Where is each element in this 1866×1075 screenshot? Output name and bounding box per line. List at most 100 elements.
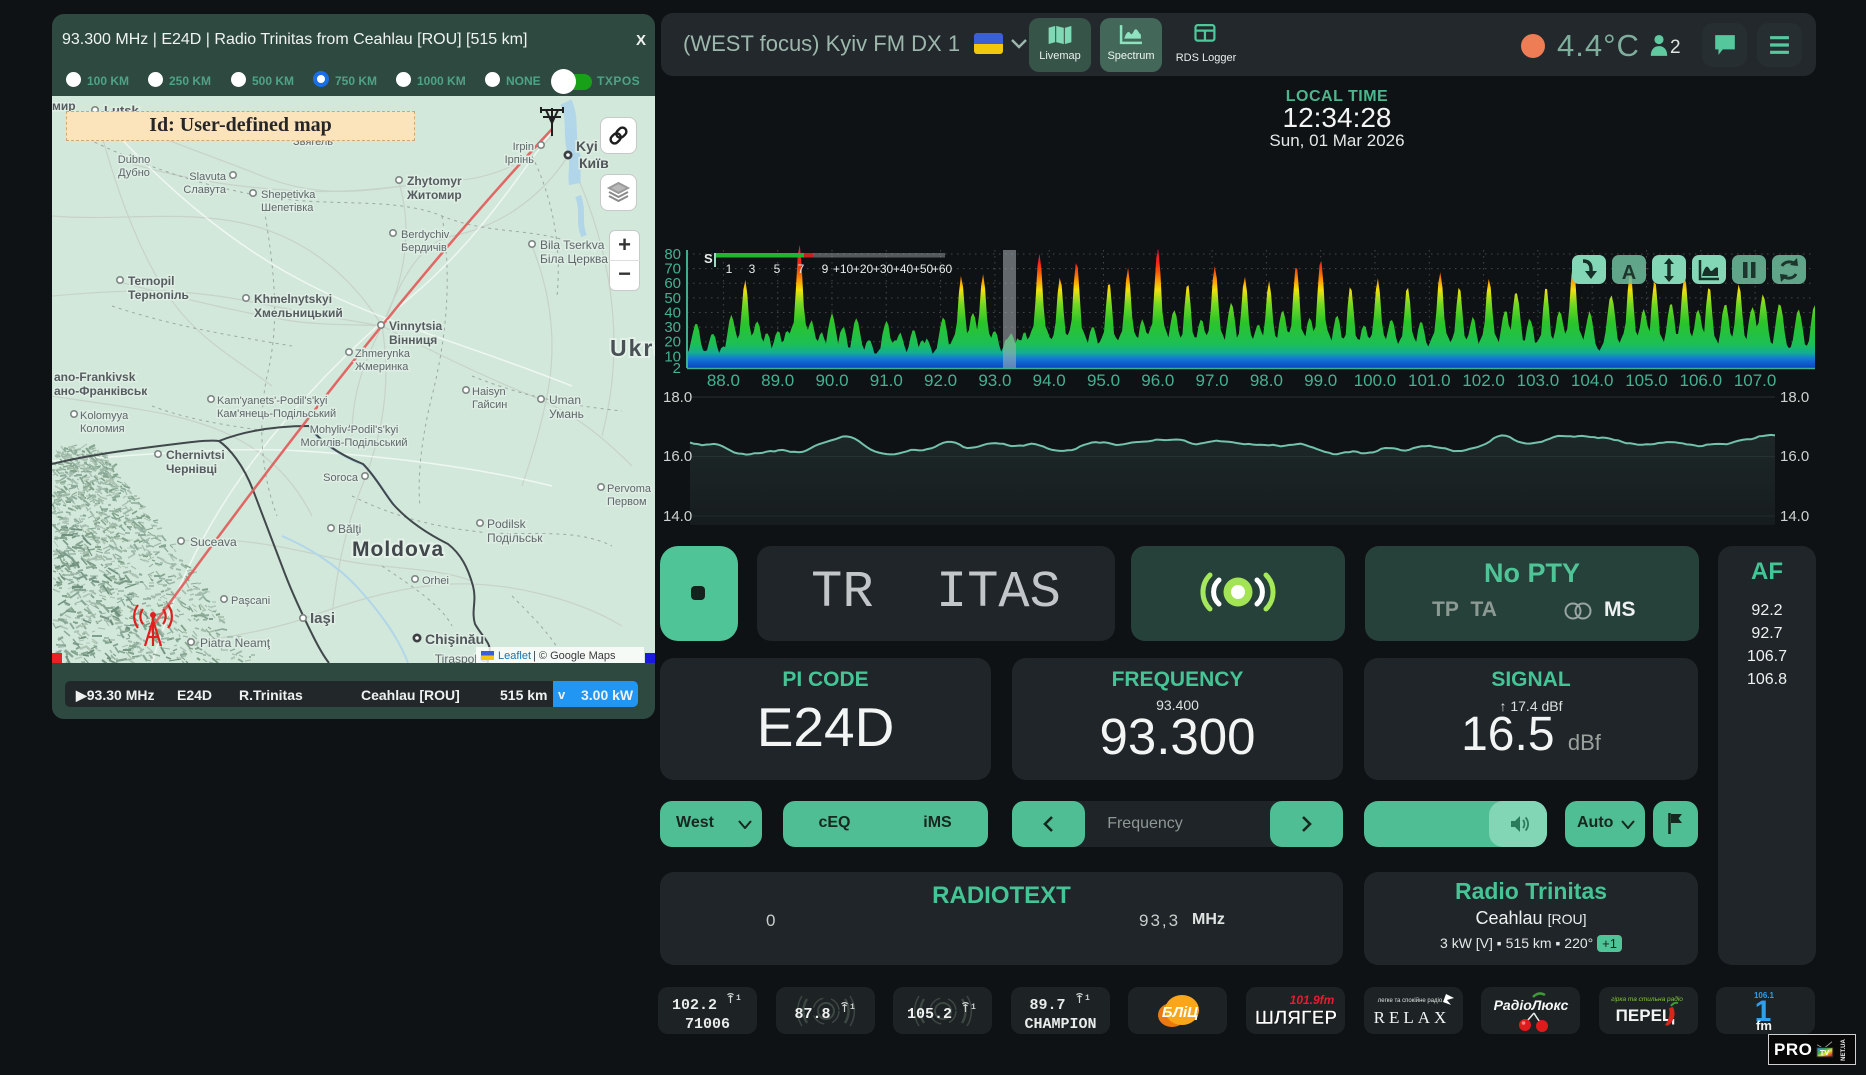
svg-text:103.0: 103.0 [1517,371,1560,390]
svg-text:Khmelnytskyi: Khmelnytskyi [254,292,332,306]
svg-text:+10: +10 [833,262,854,276]
svg-text:Шепетівка: Шепетівка [261,202,314,214]
svg-text:14.0: 14.0 [663,508,692,525]
svg-text:+20: +20 [853,262,874,276]
svg-text:+30: +30 [873,262,894,276]
svg-text:95.0: 95.0 [1087,371,1120,390]
svg-text:Ternopil: Ternopil [128,274,174,288]
svg-text:гірка та стильна радіо: гірка та стильна радіо [1611,995,1683,1003]
svg-text:Хмельницький: Хмельницький [254,306,343,320]
svg-text:TV: TV [1820,1048,1830,1057]
svg-text:RELAX: RELAX [1374,1008,1451,1027]
svg-text:Chernivtsi: Chernivtsi [166,448,225,462]
svg-text:Soroca: Soroca [323,472,359,484]
svg-text:Shepetivka: Shepetivka [261,189,316,201]
svg-text:Pervoma: Pervoma [607,483,652,495]
svg-text:101.9fm: 101.9fm [1290,993,1335,1007]
svg-text:Tiraspol: Tiraspol [435,652,477,663]
svg-text:9: 9 [822,262,829,276]
svg-text:94.0: 94.0 [1033,371,1066,390]
svg-text:ано-Франківськ: ано-Франківськ [54,384,148,398]
svg-text:16.0: 16.0 [1780,448,1809,465]
svg-text:18.0: 18.0 [1780,389,1809,406]
svg-text:РадіоЛюкс: РадіоЛюкс [1494,997,1569,1013]
svg-text:Ірпінь: Ірпінь [505,154,535,166]
svg-text:106.0: 106.0 [1680,371,1723,390]
svg-text:93.0: 93.0 [978,371,1011,390]
svg-text:101.0: 101.0 [1408,371,1451,390]
svg-text:1: 1 [1085,994,1090,1003]
svg-text:Kolomyya: Kolomyya [80,410,129,422]
svg-text:БЛіЦ: БЛіЦ [1162,1004,1198,1021]
svg-text:96.0: 96.0 [1141,371,1174,390]
svg-text:+50: +50 [913,262,934,276]
svg-text:7: 7 [798,262,805,276]
svg-text:1: 1 [850,1003,855,1012]
svg-text:+40: +40 [893,262,914,276]
svg-text:99.0: 99.0 [1304,371,1337,390]
svg-text:Bila Tserkva: Bila Tserkva [540,238,605,252]
svg-text:Чернівці: Чернівці [166,462,217,476]
svg-text:Bălţi: Bălţi [338,522,361,536]
svg-text:3: 3 [749,262,756,276]
svg-text:2: 2 [673,360,681,377]
svg-text:Первом: Первом [607,496,647,508]
svg-text:ШЛЯГЕР: ШЛЯГЕР [1255,1008,1338,1029]
svg-text:Kyi: Kyi [576,138,598,154]
svg-text:Коломия: Коломия [80,423,125,435]
svg-text:Mohyliv-Podil's'kyi: Mohyliv-Podil's'kyi [310,424,399,436]
svg-text:88.0: 88.0 [707,371,740,390]
svg-text:Дубно: Дубно [118,167,150,179]
svg-text:| © Google Maps: | © Google Maps [533,650,616,662]
svg-text:Irpin: Irpin [513,141,534,153]
svg-text:91.0: 91.0 [870,371,903,390]
svg-text:Leaflet: Leaflet [498,650,531,662]
svg-text:Vinnytsia: Vinnytsia [389,319,442,333]
svg-text:18.0: 18.0 [663,389,692,406]
svg-text:Kam'yanets'-Podil's'kyi: Kam'yanets'-Podil's'kyi [217,395,328,407]
svg-text:Suceava: Suceava [190,535,237,549]
svg-text:Slavuta: Slavuta [189,171,227,183]
svg-text:Podilsk: Podilsk [487,517,527,531]
svg-text:Orhei: Orhei [422,575,449,587]
svg-text:ПЕРЕЦ: ПЕРЕЦ [1616,1006,1675,1025]
svg-text:Haisyn: Haisyn [472,386,506,398]
svg-text:+60: +60 [932,262,953,276]
svg-text:Могилів-Подільський: Могилів-Подільський [300,437,407,449]
svg-text:A: A [1622,262,1636,284]
svg-text:Біла Церква: Біла Церква [540,252,608,266]
svg-text:легке та спокійне радіо: легке та спокійне радіо [1378,997,1443,1004]
svg-text:Ukra: Ukra [610,335,655,361]
svg-text:Кам'янець-Подільський: Кам'янець-Подільський [217,408,336,420]
svg-text:90.0: 90.0 [815,371,848,390]
svg-text:Гайсин: Гайсин [472,399,507,411]
svg-text:5: 5 [774,262,781,276]
svg-text:Zhytomyr: Zhytomyr [407,174,462,188]
svg-text:1: 1 [736,994,741,1003]
svg-text:1: 1 [971,1003,976,1012]
svg-text:102.0: 102.0 [1462,371,1505,390]
svg-text:97.0: 97.0 [1196,371,1229,390]
svg-text:1: 1 [726,262,733,276]
svg-text:Paşcani: Paşcani [231,595,270,607]
svg-text:fm: fm [1756,1018,1772,1033]
svg-text:Жмеринка: Жмеринка [355,361,409,373]
svg-text:Zhmerynka: Zhmerynka [355,348,411,360]
svg-text:Iaşi: Iaşi [310,610,335,627]
svg-text:Piatra Neamţ: Piatra Neamţ [200,636,271,650]
svg-text:Славута: Славута [183,184,226,196]
svg-text:89.0: 89.0 [761,371,794,390]
svg-text:Moldova: Moldova [352,538,444,561]
svg-text:100.0: 100.0 [1354,371,1397,390]
svg-text:Подільськ: Подільськ [487,531,543,545]
svg-text:Київ: Київ [579,155,609,171]
svg-text:ano-Frankivsk: ano-Frankivsk [54,370,136,384]
svg-text:Berdychiv: Berdychiv [401,229,450,241]
svg-text:16.0: 16.0 [663,448,692,465]
svg-text:S: S [704,251,713,266]
svg-text:104.0: 104.0 [1571,371,1614,390]
svg-text:Умань: Умань [549,407,584,421]
svg-text:92.0: 92.0 [924,371,957,390]
svg-text:14.0: 14.0 [1780,508,1809,525]
svg-text:Chişinău: Chişinău [425,631,484,647]
